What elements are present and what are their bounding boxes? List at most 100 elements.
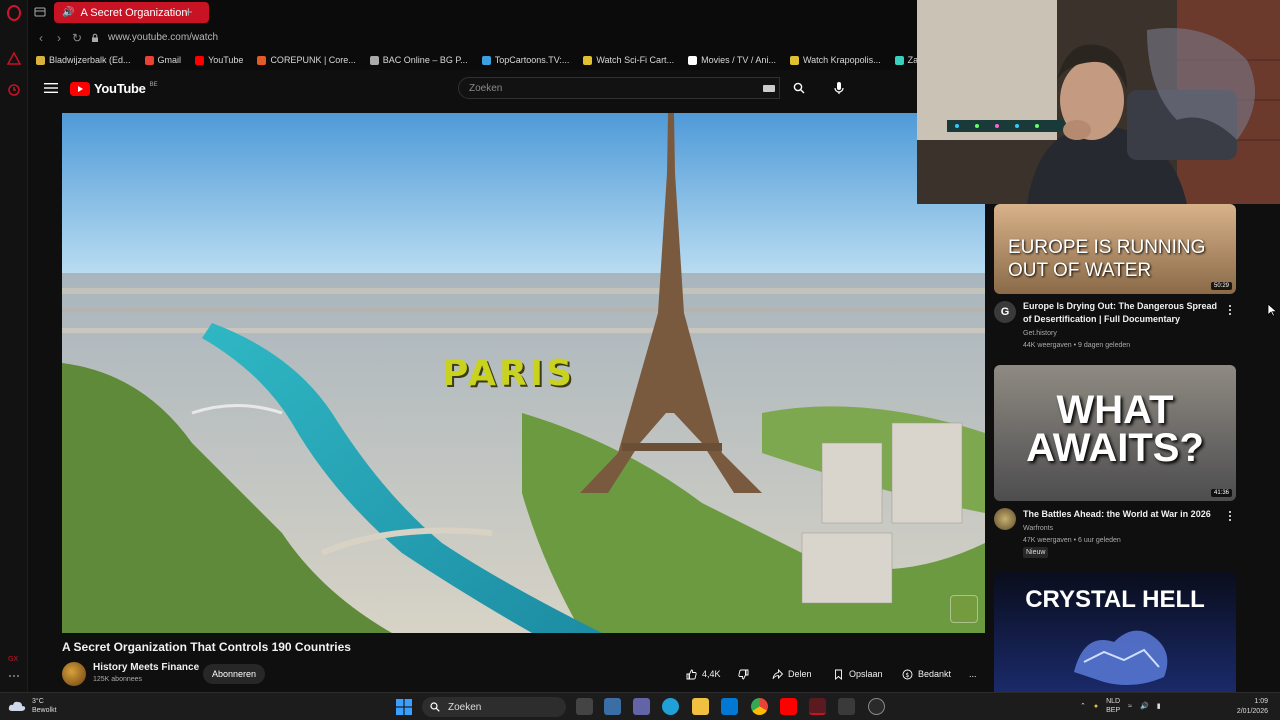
windows-start-icon[interactable] (396, 699, 412, 715)
reload-icon[interactable]: ↻ (68, 31, 86, 45)
back-icon[interactable]: ‹ (32, 31, 50, 45)
bookmark-label: Zamnesia | (907, 55, 917, 65)
search-input[interactable]: Zoeken (458, 77, 780, 99)
opera-logo-icon[interactable] (6, 5, 22, 21)
recommendation-thumbnail[interactable]: EUROPE IS RUNNING OUT OF WATER 50:29 (994, 204, 1236, 294)
recommendation-thumbnail[interactable]: CRYSTAL HELL (994, 572, 1236, 692)
chevron-up-icon[interactable]: ⌃ (1080, 702, 1086, 710)
settings-gear-icon[interactable] (868, 698, 885, 715)
taskbar: 3°C Bewolkt Zoeken ⌃ ● NLD BEP ≈ 🔊 ▮ 1:0… (0, 692, 1280, 720)
bookmark-item[interactable]: TopCartoons.TV:... (481, 55, 570, 65)
microphone-icon[interactable] (830, 79, 848, 97)
more-vert-icon[interactable] (1227, 510, 1233, 522)
aria-icon[interactable] (6, 51, 22, 67)
language-indicator[interactable]: NLD BEP (1106, 697, 1120, 715)
search-icon (793, 82, 805, 94)
thumbnail-text: AWAITS? (1026, 426, 1204, 470)
recommendation-channel[interactable]: Get.history (1023, 328, 1057, 339)
share-button[interactable]: Delen (772, 666, 812, 682)
menu-icon[interactable] (44, 82, 58, 94)
video-duration: 50:29 (1210, 282, 1232, 290)
search-button[interactable] (784, 77, 814, 99)
opera-gx-icon[interactable] (809, 698, 826, 715)
thanks-button[interactable]: $ Bedankt (902, 666, 951, 682)
bookmark-label: BAC Online – BG P... (382, 55, 468, 65)
recommendations-sidebar: EUROPE IS RUNNING OUT OF WATER 50:29 G E… (994, 204, 1236, 692)
bookmark-item[interactable]: Bladwijzerbalk (Ed... (36, 55, 131, 65)
video-duration: 41:36 (1210, 489, 1232, 497)
file-explorer-icon[interactable] (692, 698, 709, 715)
teams-icon[interactable] (633, 698, 650, 715)
channel-watermark[interactable] (950, 595, 978, 623)
date: 2/01/2026 (1236, 708, 1268, 715)
thanks-label: Bedankt (918, 669, 952, 679)
bookmark-item[interactable]: Zamnesia | (894, 55, 917, 65)
recommendation-title[interactable]: The Battles Ahead: the World at War in 2… (1023, 508, 1223, 521)
chrome-icon[interactable] (751, 698, 768, 715)
bookmark-item[interactable]: Watch Sci-Fi Cart... (583, 55, 674, 65)
url-field[interactable]: www.youtube.com/watch (108, 32, 218, 43)
recommendation-thumbnail[interactable]: WHAT AWAITS? 41:36 (994, 365, 1236, 501)
youtube-logo[interactable]: YouTube BE (70, 81, 158, 96)
store-icon[interactable] (604, 698, 621, 715)
bookmark-item[interactable]: Gmail (144, 55, 181, 65)
more-actions-button[interactable]: ... (969, 666, 977, 682)
weather-condition: Bewolkt (32, 707, 57, 714)
gx-icon[interactable]: GX (6, 650, 22, 666)
weather-widget[interactable]: 3°C Bewolkt (8, 697, 57, 715)
edge-icon[interactable] (662, 698, 679, 715)
like-button[interactable]: 4,4K (686, 666, 721, 682)
subscribe-button[interactable]: Abonneren (203, 664, 265, 684)
more-actions-icon: ... (969, 669, 977, 679)
tab-menu-icon[interactable] (34, 7, 46, 17)
new-tab-button[interactable]: + (184, 4, 193, 21)
recommendation-title[interactable]: Europe Is Drying Out: The Dangerous Spre… (1023, 300, 1223, 326)
bookmarks-bar: Bladwijzerbalk (Ed... Gmail YouTube COREPUN… (28, 50, 917, 70)
time: 1:09 (1254, 698, 1268, 705)
bookmark-item[interactable]: COREPUNK | Core... (257, 55, 356, 65)
cloud-icon (8, 701, 26, 711)
bookmark-item[interactable]: Watch Krapopolis... (789, 55, 881, 65)
thanks-icon: $ (902, 669, 913, 679)
bookmark-label: TopCartoons.TV:... (494, 55, 570, 65)
search-icon (430, 702, 440, 712)
channel-avatar[interactable] (62, 662, 86, 686)
more-vert-icon[interactable] (1227, 304, 1233, 316)
history-icon[interactable] (6, 82, 22, 98)
share-label: Delen (788, 669, 812, 679)
lock-icon (92, 33, 98, 42)
address-bar: ‹ › ↻ www.youtube.com/watch (28, 25, 917, 50)
youtube-app-icon[interactable] (780, 698, 797, 715)
recommendation-channel[interactable]: Warfronts (1023, 523, 1053, 534)
channel-subscribers: 125K abonnees (93, 676, 143, 683)
outlook-icon[interactable] (721, 698, 738, 715)
mic-tray-icon[interactable]: ● (1094, 703, 1098, 710)
calculator-icon[interactable] (838, 698, 855, 715)
channel-avatar[interactable]: G (994, 301, 1016, 323)
volume-icon[interactable]: 🔊 (1140, 702, 1149, 710)
forward-icon[interactable]: › (50, 31, 68, 45)
keyboard-icon[interactable] (763, 85, 775, 92)
bookmark-item[interactable]: YouTube (195, 55, 243, 65)
bookmark-label: YouTube (208, 55, 244, 65)
channel-name[interactable]: History Meets Finance (93, 662, 199, 673)
speaker-icon[interactable]: 🔊 (62, 7, 74, 18)
youtube-header: YouTube BE Zoeken (28, 70, 917, 108)
dislike-button[interactable] (738, 666, 749, 682)
save-button[interactable]: Opslaan (833, 666, 883, 682)
more-icon[interactable] (6, 668, 22, 684)
wifi-icon[interactable]: ≈ (1128, 703, 1132, 710)
language-code: NLD (1106, 698, 1121, 705)
bookmark-icon (144, 55, 154, 65)
bookmark-item[interactable]: BAC Online – BG P... (369, 55, 468, 65)
thumbnail-text: CRYSTAL HELL (1025, 586, 1205, 613)
task-view-icon[interactable] (576, 698, 593, 715)
bookmark-item[interactable]: Movies / TV / Ani... (688, 55, 776, 65)
save-label: Opslaan (849, 669, 883, 679)
battery-icon[interactable]: ▮ (1157, 702, 1161, 710)
taskbar-search[interactable]: Zoeken (422, 697, 566, 717)
clock[interactable]: 1:09 2/01/2026 (1224, 697, 1268, 717)
logo-text: YouTube (94, 81, 146, 96)
channel-avatar[interactable] (994, 508, 1016, 530)
bookmark-label: Bladwijzerbalk (Ed... (49, 55, 131, 65)
